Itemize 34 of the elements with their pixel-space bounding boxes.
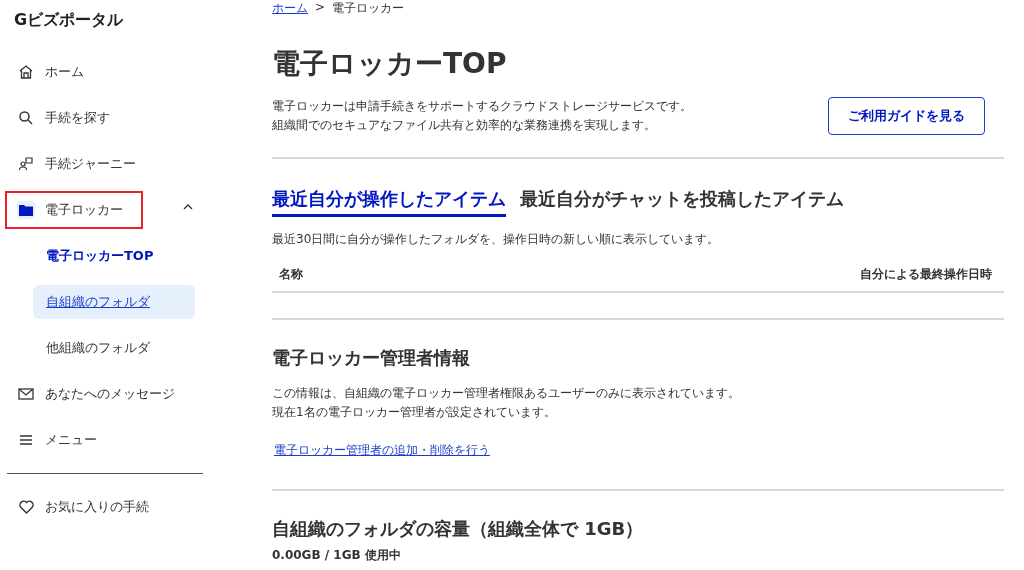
section-title: 自組織のフォルダの容量（組織全体で 1GB）	[272, 517, 645, 541]
nav-item[interactable]: メニュー	[7, 423, 141, 457]
column-header: 名称	[279, 266, 303, 283]
home-icon	[17, 63, 35, 81]
nav-item[interactable]: 手続ジャーニー	[7, 147, 146, 181]
breadcrumb-current: 電子ロッカー	[332, 0, 405, 15]
breadcrumb-link[interactable]: ホーム	[272, 0, 308, 15]
nav-subitem[interactable]: 電子ロッカーTOP	[33, 239, 195, 273]
page-description: 電子ロッカーは申請手続きをサポートするクラウドストレージサービスです。 組織間でのセキュアなファイル共有と効率的な業務連携を実現します。	[272, 98, 692, 134]
nav-item[interactable]: 手続を探す	[7, 101, 141, 135]
guide-button[interactable]: ご利用ガイドを見る	[828, 97, 985, 135]
section-title: 電子ロッカー管理者情報	[272, 346, 471, 370]
nav-item[interactable]: お気に入りの手続	[7, 490, 159, 524]
recent-note: 最近30日間に自分が操作したフォルダを、操作日時の新しい順に表示しています。	[272, 231, 721, 248]
heart-icon	[17, 498, 35, 516]
nav-item[interactable]: 電子ロッカー	[7, 193, 141, 227]
page-title: 電子ロッカーTOP	[272, 46, 508, 82]
tab[interactable]: 最近自分が操作したアイテム	[272, 187, 506, 217]
tab[interactable]: 最近自分がチャットを投稿したアイテム	[520, 187, 844, 217]
nav-subitem[interactable]: 自組織のフォルダ	[33, 285, 195, 319]
people-icon	[17, 155, 35, 173]
portal-logo: Gビズポータル	[14, 10, 125, 31]
breadcrumb-separator: >	[315, 0, 326, 15]
admin-link[interactable]: 電子ロッカー管理者の追加・削除を行う	[274, 443, 490, 457]
search-icon	[17, 109, 35, 127]
nav-item[interactable]: ホーム	[7, 55, 141, 89]
nav-subitem[interactable]: 他組織のフォルダ	[33, 331, 195, 365]
column-header: 自分による最終操作日時	[860, 266, 992, 283]
usage-text: 0.00GB / 1GB 使用中	[272, 547, 402, 564]
mail-icon	[17, 385, 35, 403]
admin-text: この情報は、自組織の電子ロッカー管理者権限あるユーザーのみに表示されています。 現在1名の電子ロッカー管理者が設定されています。	[272, 385, 741, 421]
folder-icon	[17, 201, 35, 219]
nav-item[interactable]: あなたへのメッセージ	[7, 377, 185, 411]
chevron-up-icon[interactable]	[183, 204, 193, 210]
